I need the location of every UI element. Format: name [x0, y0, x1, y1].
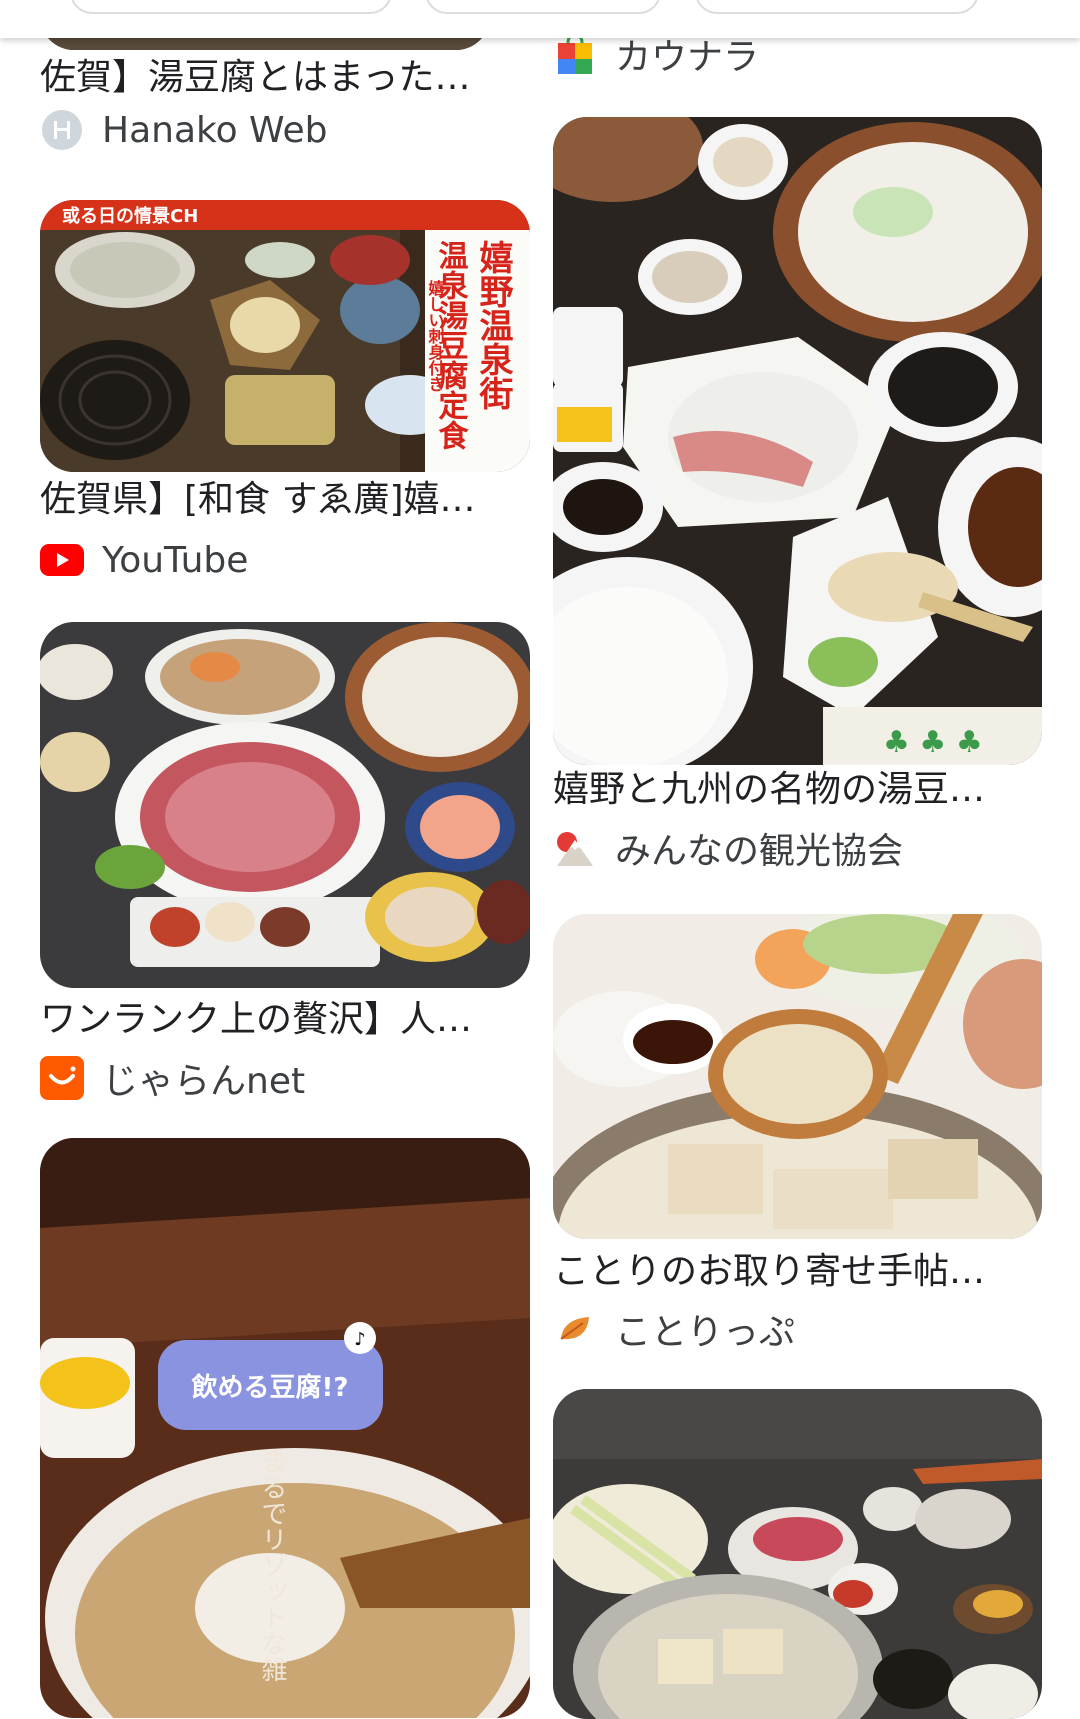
result-title[interactable]: 嬉野と九州の名物の湯豆… — [553, 768, 1013, 812]
thumbnail-caption: 或る日の情景CH — [62, 205, 198, 227]
result-thumbnail[interactable] — [40, 622, 530, 988]
filter-chip[interactable] — [425, 0, 661, 14]
result-title[interactable]: 佐賀県】[和食 すゑ廣]嬉… — [40, 478, 490, 522]
result-thumbnail[interactable]: 或る日の情景CH 嬉野温泉街 温泉湯豆腐定食 嬉しい刺身付き — [40, 200, 530, 472]
hanako-web-icon — [40, 108, 84, 152]
shopping-bag-icon — [553, 32, 597, 76]
result-source[interactable]: カウナラ — [553, 32, 759, 78]
result-source[interactable]: ことりっぷ — [553, 1307, 795, 1353]
thumbnail-caption-small: 嬉しい刺身付き — [426, 279, 446, 392]
result-thumbnail[interactable]: 飲める豆腐!? ♪ まるでリゾットな雑 — [40, 1138, 530, 1718]
filter-chip[interactable] — [70, 0, 392, 14]
result-source[interactable]: Hanako Web — [40, 108, 328, 152]
result-source[interactable]: じゃらんnet — [40, 1056, 305, 1102]
filter-chip-bar — [0, 0, 1080, 38]
source-name: Hanako Web — [102, 109, 328, 151]
source-name: じゃらんnet — [102, 1061, 306, 1102]
svg-text:嬉野温泉街: 嬉野温泉街 — [473, 240, 514, 410]
thumbnail-bubble-text: 飲める豆腐!? — [191, 1372, 349, 1403]
leaf-icon — [553, 1307, 597, 1351]
source-name: YouTube — [102, 539, 249, 581]
youtube-icon — [40, 538, 84, 582]
result-source[interactable]: みんなの観光協会 — [553, 826, 903, 872]
fuji-icon — [553, 826, 597, 870]
result-thumbnail[interactable] — [553, 1389, 1042, 1719]
result-title[interactable]: ことりのお取り寄せ手帖… — [553, 1250, 1013, 1294]
filter-chip[interactable] — [695, 0, 979, 14]
result-thumbnail[interactable]: ♣ ♣ ♣ — [553, 117, 1042, 765]
thumbnail-vertical-text: まるでリゾットな雑 — [257, 1448, 287, 1682]
result-source[interactable]: YouTube — [40, 538, 248, 582]
result-title[interactable]: ワンランク上の贅沢】人… — [40, 998, 490, 1042]
jalan-icon — [40, 1056, 84, 1100]
source-name: みんなの観光協会 — [615, 831, 904, 872]
svg-text:♣ ♣ ♣: ♣ ♣ ♣ — [883, 725, 983, 760]
source-name: ことりっぷ — [615, 1312, 796, 1353]
svg-text:♪: ♪ — [354, 1329, 366, 1350]
result-title[interactable]: 佐賀】湯豆腐とはまった… — [40, 56, 480, 100]
result-thumbnail[interactable] — [553, 914, 1042, 1239]
